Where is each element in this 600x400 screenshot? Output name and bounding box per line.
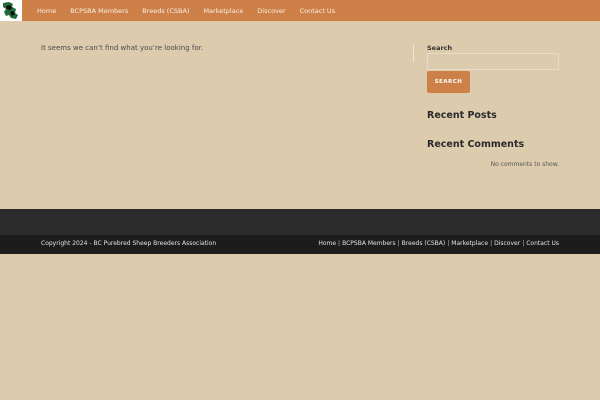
recent-posts-title: Recent Posts xyxy=(427,110,497,121)
nav-home[interactable]: Home xyxy=(30,7,63,15)
footer-link-bcpsba-members[interactable]: BCPSBA Members xyxy=(342,240,396,247)
search-button[interactable]: SEARCH xyxy=(427,71,470,93)
footer-link-home[interactable]: Home xyxy=(318,240,336,247)
sheep-map-logo-icon xyxy=(0,0,22,21)
content-sidebar-divider xyxy=(413,44,414,62)
sidebar: Search SEARCH Recent Posts Recent Commen… xyxy=(427,44,559,168)
footer-link-marketplace[interactable]: Marketplace xyxy=(451,240,488,247)
footer-widgets-area xyxy=(0,209,600,235)
search-input[interactable] xyxy=(427,53,559,70)
copyright-text: Copyright 2024 - BC Purebred Sheep Breed… xyxy=(41,240,217,247)
nav-bcpsba-members[interactable]: BCPSBA Members xyxy=(63,7,135,15)
footer-nav: Home | BCPSBA Members | Breeds (CSBA) | … xyxy=(318,240,559,247)
footer-link-discover[interactable]: Discover xyxy=(494,240,520,247)
nav-breeds[interactable]: Breeds (CSBA) xyxy=(135,7,196,15)
search-label: Search xyxy=(427,44,453,52)
footer-link-contact-us[interactable]: Contact Us xyxy=(526,240,559,247)
footer-bar: Copyright 2024 - BC Purebred Sheep Breed… xyxy=(0,235,600,254)
nav-discover[interactable]: Discover xyxy=(250,7,292,15)
not-found-message: It seems we can’t find what you’re looki… xyxy=(41,44,204,52)
footer-link-breeds[interactable]: Breeds (CSBA) xyxy=(402,240,446,247)
main-nav: Home BCPSBA Members Breeds (CSBA) Market… xyxy=(30,0,342,21)
nav-contact-us[interactable]: Contact Us xyxy=(293,7,343,15)
top-nav-bar: Home BCPSBA Members Breeds (CSBA) Market… xyxy=(0,0,600,21)
recent-comments-title: Recent Comments xyxy=(427,139,525,150)
nav-marketplace[interactable]: Marketplace xyxy=(196,7,250,15)
site-logo[interactable] xyxy=(0,0,22,21)
no-comments-text: No comments to show. xyxy=(490,161,559,168)
